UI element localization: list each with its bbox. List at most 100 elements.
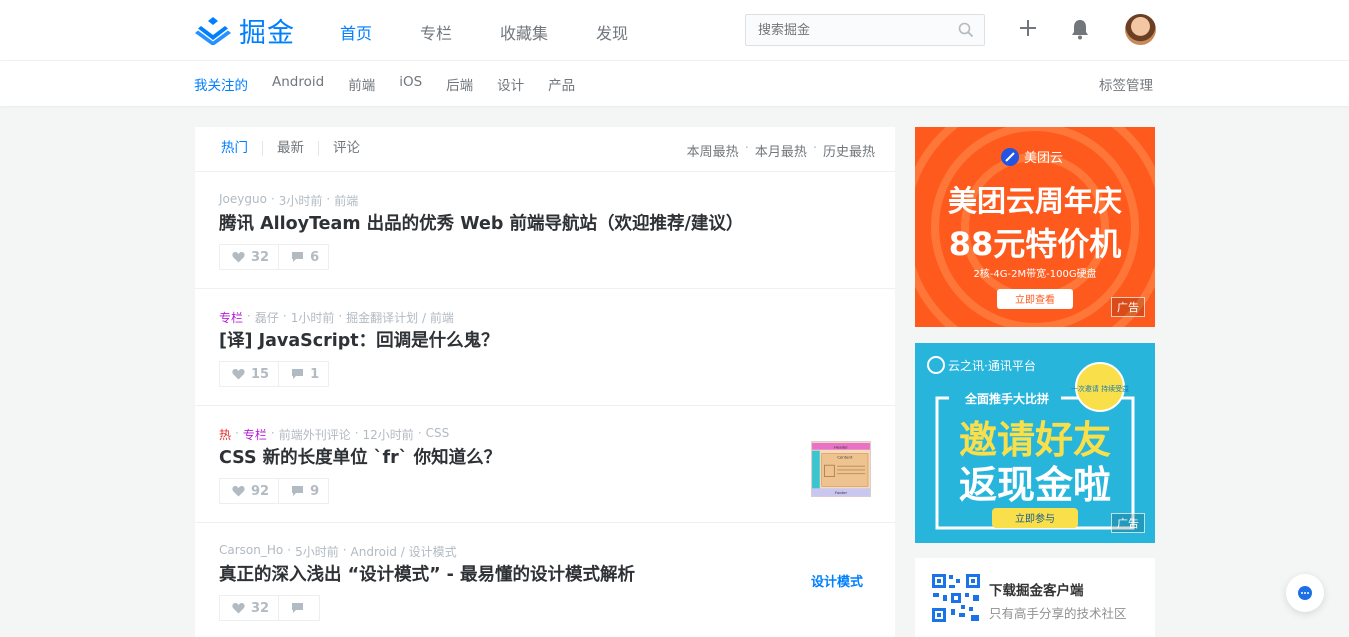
like-count: 32 xyxy=(251,600,270,616)
juejin-logo-icon xyxy=(195,17,231,45)
entry-author[interactable]: Joeyguo xyxy=(219,192,267,209)
ad-headline-2: 返现金啦 xyxy=(959,463,1111,507)
entry-thumbnail[interactable]: Header Content Footer xyxy=(811,441,871,497)
avatar[interactable] xyxy=(1125,14,1156,45)
comment-icon xyxy=(292,486,304,496)
entry-author[interactable]: Carson_Ho xyxy=(219,543,283,560)
entry-meta: 热 · 专栏 · 前端外刊评论 · 12小时前 · CSS xyxy=(219,426,450,443)
tab-latest[interactable]: 最新 xyxy=(262,141,318,156)
like-button[interactable]: 32 xyxy=(220,245,278,269)
range-filter: 本周最热 · 本月最热 · 历史最热 xyxy=(687,141,875,160)
range-week[interactable]: 本周最热 xyxy=(687,141,739,160)
logo[interactable]: 掘金 xyxy=(195,13,295,49)
feed-header: 热门 最新 评论 本周最热 · 本月最热 · 历史最热 xyxy=(195,127,895,172)
entry-title[interactable]: 腾讯 AlloyTeam 出品的优秀 Web 前端导航站（欢迎推荐/建议） xyxy=(219,210,743,235)
comment-count: 1 xyxy=(310,366,320,382)
comment-button[interactable]: 1 xyxy=(278,362,328,386)
entry-tag[interactable]: CSS xyxy=(426,426,450,443)
range-month[interactable]: 本月最热 xyxy=(755,141,807,160)
nav-home[interactable]: 首页 xyxy=(340,20,372,44)
category-android[interactable]: Android xyxy=(272,74,324,94)
entry-meta: Joeyguo · 3小时前 · 前端 xyxy=(219,192,359,209)
like-button[interactable]: 32 xyxy=(220,596,278,620)
search-input[interactable] xyxy=(746,15,946,45)
like-button[interactable]: 92 xyxy=(220,479,278,503)
category-following[interactable]: 我关注的 xyxy=(194,74,248,94)
comment-icon xyxy=(292,603,304,613)
ad-headline: 邀请好友 xyxy=(959,418,1111,462)
category-design[interactable]: 设计 xyxy=(497,74,524,94)
entry-title[interactable]: 真正的深入浅出 “设计模式” - 最易懂的设计模式解析 xyxy=(219,561,635,586)
feed-entry[interactable]: Carson_Ho · 5小时前 · Android / 设计模式 真正的深入浅出 … xyxy=(195,523,895,637)
heart-icon xyxy=(232,485,245,497)
entry-meta: Carson_Ho · 5小时前 · Android / 设计模式 xyxy=(219,543,457,560)
ad-spec: 2核-4G-2M带宽-100G硬盘 xyxy=(973,267,1096,280)
thumb-label: Header xyxy=(834,444,848,449)
thumb-label: Footer xyxy=(835,490,848,495)
feed-entry[interactable]: 热 · 专栏 · 前端外刊评论 · 12小时前 · CSS CSS 新的长度单位 `fr… xyxy=(195,406,895,523)
heart-icon xyxy=(232,368,245,380)
logo-text: 掘金 xyxy=(239,17,295,49)
category-frontend[interactable]: 前端 xyxy=(348,74,375,94)
feed-tabs: 热门 最新 评论 xyxy=(221,141,374,156)
tab-hot[interactable]: 热门 xyxy=(221,141,262,156)
entry-topic-tag[interactable]: 设计模式 xyxy=(811,571,863,590)
tab-comments[interactable]: 评论 xyxy=(318,141,374,156)
column-badge: 专栏 xyxy=(219,311,244,325)
entry-meta: 专栏 · 磊仔 · 1小时前 · 掘金翻译计划 / 前端 xyxy=(219,309,454,326)
app-download-card[interactable]: 下载掘金客户端 只有高手分享的技术社区 xyxy=(915,558,1155,637)
search-icon[interactable] xyxy=(958,22,974,38)
nav-column[interactable]: 专栏 xyxy=(420,20,452,44)
ad-banner-yunzhixun[interactable]: 云之讯·通讯平台 全面推手大比拼 一次邀请 持续受益 邀请好友 返现金啦 立即参… xyxy=(915,343,1155,543)
heart-icon xyxy=(232,251,245,263)
entry-actions: 32 6 xyxy=(219,244,330,270)
feed-entry[interactable]: Joeyguo · 3小时前 · 前端 腾讯 AlloyTeam 出品的优秀 Web… xyxy=(195,172,895,289)
ad-brand: 云之讯·通讯平台 xyxy=(948,358,1036,373)
chat-button[interactable] xyxy=(1286,574,1324,612)
hot-badge: 热 xyxy=(219,428,232,442)
category-ios[interactable]: iOS xyxy=(399,74,422,94)
comment-button[interactable]: 6 xyxy=(278,245,328,269)
thumb-label: Content xyxy=(837,454,853,459)
entry-author[interactable]: 磊仔 xyxy=(255,309,279,326)
ad-headline: 美团云周年庆 xyxy=(948,184,1122,218)
like-count: 32 xyxy=(251,249,270,265)
like-count: 15 xyxy=(251,366,270,382)
category-product[interactable]: 产品 xyxy=(548,74,575,94)
nav-discover[interactable]: 发现 xyxy=(596,20,628,44)
bell-icon[interactable] xyxy=(1070,18,1090,40)
sub-bar: 我关注的 Android 前端 iOS 后端 设计 产品 标签管理 xyxy=(0,61,1349,106)
feed-entry[interactable]: 专栏 · 磊仔 · 1小时前 · 掘金翻译计划 / 前端 [译] JavaScript… xyxy=(195,289,895,406)
entry-time: 5小时前 xyxy=(295,545,339,559)
comment-button[interactable]: 9 xyxy=(278,479,328,503)
entry-tag[interactable]: Android / 设计模式 xyxy=(351,543,457,560)
category-backend[interactable]: 后端 xyxy=(446,74,473,94)
ad-label: 广告 xyxy=(1111,297,1145,317)
entry-time: 1小时前 xyxy=(290,311,335,325)
column-badge: 专栏 xyxy=(242,428,267,442)
entry-time: 3小时前 xyxy=(278,194,323,208)
comment-button[interactable] xyxy=(278,596,319,620)
ad-sub: 全面推手大比拼 xyxy=(964,391,1049,406)
range-all[interactable]: 历史最热 xyxy=(823,141,875,160)
plus-icon[interactable] xyxy=(1017,17,1039,39)
entry-tag[interactable]: 前端 xyxy=(334,192,358,209)
comment-count: 6 xyxy=(310,249,320,265)
entry-actions: 15 1 xyxy=(219,361,330,387)
tag-manage-link[interactable]: 标签管理 xyxy=(1099,74,1153,94)
ad-cta: 立即查看 xyxy=(1015,293,1055,306)
entry-author[interactable]: 前端外刊评论 xyxy=(279,426,351,443)
entry-tag[interactable]: 掘金翻译计划 / 前端 xyxy=(346,309,454,326)
separator-dot: · xyxy=(744,141,749,156)
comment-count: 9 xyxy=(310,483,320,499)
category-nav: 我关注的 Android 前端 iOS 后端 设计 产品 xyxy=(194,74,599,94)
entry-title[interactable]: CSS 新的长度单位 `fr` 你知道么？ xyxy=(219,444,501,469)
ad-badge: 一次邀请 持续受益 xyxy=(1071,384,1129,393)
ad-banner-meituan[interactable]: 美团云 美团云周年庆 88元特价机 2核-4G-2M带宽-100G硬盘 立即查看… xyxy=(915,127,1155,327)
like-button[interactable]: 15 xyxy=(220,362,278,386)
ad-brand: 美团云 xyxy=(1024,151,1063,166)
ad-headline-2: 88元特价机 xyxy=(949,225,1122,263)
nav-collections[interactable]: 收藏集 xyxy=(500,20,548,44)
entry-actions: 32 xyxy=(219,595,321,621)
entry-title[interactable]: [译] JavaScript：回调是什么鬼？ xyxy=(219,327,499,352)
